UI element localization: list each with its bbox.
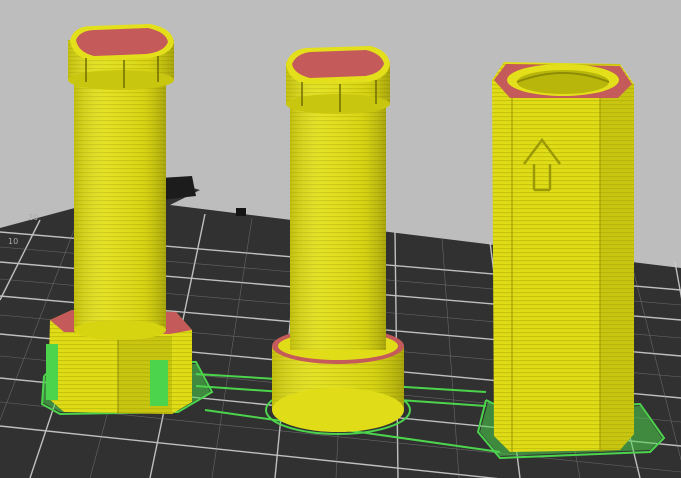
bed-tick-label: 10 — [8, 237, 19, 246]
print-preview-scene[interactable] — [0, 0, 681, 478]
3d-viewport[interactable]: 20 10 — [0, 0, 681, 478]
castle-tower-middle[interactable] — [272, 46, 404, 432]
bed-tick-label: 20 — [28, 213, 39, 222]
hexagonal-tower-right[interactable] — [492, 62, 634, 452]
